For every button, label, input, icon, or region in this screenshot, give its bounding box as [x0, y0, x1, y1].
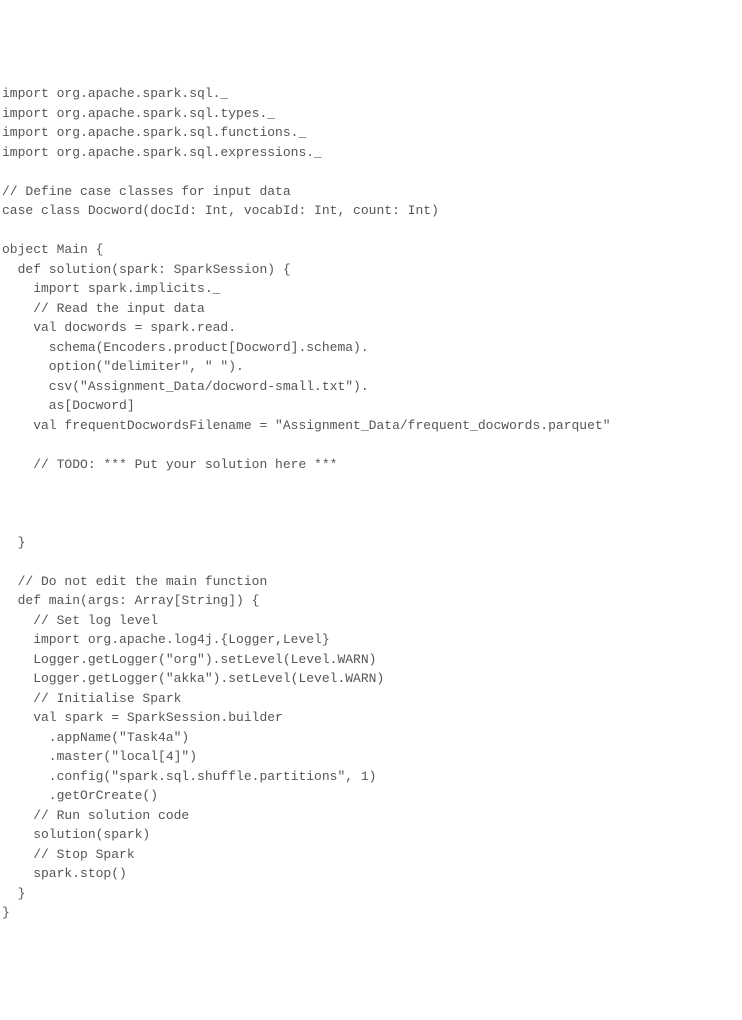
code-line: // Stop Spark: [2, 845, 740, 865]
code-line: }: [2, 533, 740, 553]
code-line: .appName("Task4a"): [2, 728, 740, 748]
code-line: import org.apache.spark.sql.expressions.…: [2, 143, 740, 163]
code-line: [2, 513, 740, 533]
code-line: [2, 494, 740, 514]
code-line: object Main {: [2, 240, 740, 260]
code-line: csv("Assignment_Data/docword-small.txt")…: [2, 377, 740, 397]
code-line: [2, 552, 740, 572]
code-line: [2, 474, 740, 494]
code-line: // Initialise Spark: [2, 689, 740, 709]
code-line: case class Docword(docId: Int, vocabId: …: [2, 201, 740, 221]
code-line: .config("spark.sql.shuffle.partitions", …: [2, 767, 740, 787]
code-line: import org.apache.spark.sql._: [2, 84, 740, 104]
code-line: // Define case classes for input data: [2, 182, 740, 202]
code-line: import org.apache.log4j.{Logger,Level}: [2, 630, 740, 650]
code-line: // Set log level: [2, 611, 740, 631]
code-line: as[Docword]: [2, 396, 740, 416]
code-line: .master("local[4]"): [2, 747, 740, 767]
code-line: import spark.implicits._: [2, 279, 740, 299]
code-line: import org.apache.spark.sql.types._: [2, 104, 740, 124]
code-line: val spark = SparkSession.builder: [2, 708, 740, 728]
code-line: [2, 221, 740, 241]
code-line: }: [2, 903, 740, 923]
code-line: Logger.getLogger("akka").setLevel(Level.…: [2, 669, 740, 689]
code-line: option("delimiter", " ").: [2, 357, 740, 377]
code-line: def solution(spark: SparkSession) {: [2, 260, 740, 280]
code-line: spark.stop(): [2, 864, 740, 884]
code-line: def main(args: Array[String]) {: [2, 591, 740, 611]
code-line: .getOrCreate(): [2, 786, 740, 806]
code-line: val docwords = spark.read.: [2, 318, 740, 338]
code-line: schema(Encoders.product[Docword].schema)…: [2, 338, 740, 358]
code-block: import org.apache.spark.sql._import org.…: [2, 84, 740, 923]
code-line: }: [2, 884, 740, 904]
code-line: // Do not edit the main function: [2, 572, 740, 592]
code-line: solution(spark): [2, 825, 740, 845]
code-line: Logger.getLogger("org").setLevel(Level.W…: [2, 650, 740, 670]
code-line: [2, 162, 740, 182]
code-line: val frequentDocwordsFilename = "Assignme…: [2, 416, 740, 436]
code-line: [2, 435, 740, 455]
code-line: // Run solution code: [2, 806, 740, 826]
code-line: import org.apache.spark.sql.functions._: [2, 123, 740, 143]
code-line: // Read the input data: [2, 299, 740, 319]
code-line: // TODO: *** Put your solution here ***: [2, 455, 740, 475]
